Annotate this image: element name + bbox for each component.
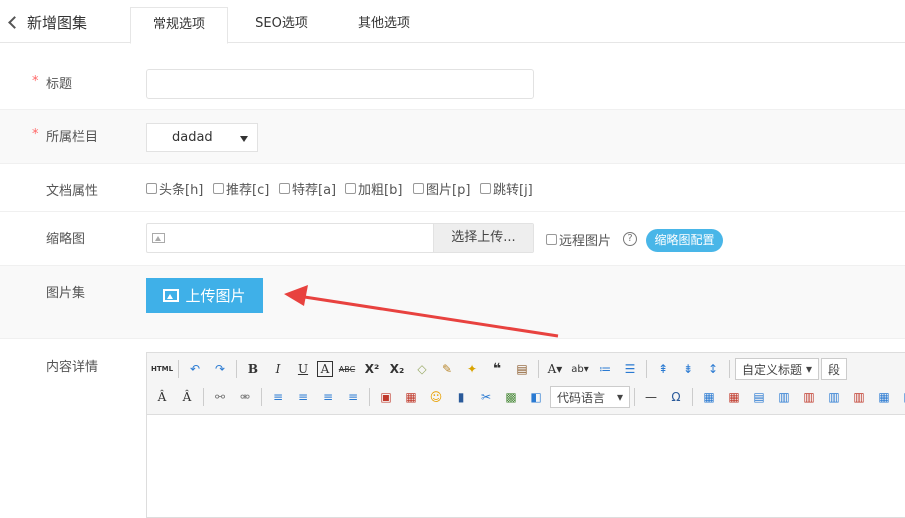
ordered-list-icon[interactable]: ≔ <box>594 359 616 379</box>
multi-image-icon[interactable]: ▦ <box>400 387 422 407</box>
insert-image-icon[interactable]: ▣ <box>375 387 397 407</box>
code-language-select[interactable]: 代码语言 ▾ <box>550 386 630 408</box>
text-direction-rtl-icon[interactable]: Â <box>176 387 198 407</box>
eraser-icon[interactable]: ◇ <box>411 359 433 379</box>
content-label: 内容详情 <box>46 360 99 375</box>
font-color-icon[interactable]: A▾ <box>544 359 566 379</box>
text-direction-ltr-icon[interactable]: Â <box>151 387 173 407</box>
editor-toolbar: HTML ↶ ↷ B I U A ABC X² X₂ ◇ ✎ ✦ ❝ ▤ A▾ … <box>147 353 905 415</box>
paragraph-select[interactable]: 段 <box>821 358 848 380</box>
custom-heading-select[interactable]: 自定义标题 ▾ <box>735 358 820 380</box>
code-icon[interactable]: ◧ <box>525 387 547 407</box>
auto-format-icon[interactable]: ✦ <box>461 359 483 379</box>
emoji-icon[interactable]: ☺ <box>425 387 447 407</box>
align-right-icon[interactable]: ≡ <box>317 387 339 407</box>
merge-cells-icon[interactable]: ▦ <box>873 387 895 407</box>
chevron-down-icon: ▾ <box>616 390 623 404</box>
paragraph-spacing-bottom-icon[interactable]: ⇟ <box>677 359 699 379</box>
underline-icon[interactable]: U <box>292 359 314 379</box>
strikethrough-icon[interactable]: ABC <box>336 359 358 379</box>
undo-icon[interactable]: ↶ <box>184 359 206 379</box>
redo-icon[interactable]: ↷ <box>209 359 231 379</box>
unordered-list-icon[interactable]: ☰ <box>619 359 641 379</box>
line-height-icon[interactable]: ↕ <box>702 359 724 379</box>
italic-icon[interactable]: I <box>267 359 289 379</box>
unlink-icon[interactable]: ⚮ <box>234 387 256 407</box>
attachment-icon[interactable]: ✂ <box>475 387 497 407</box>
blockquote-icon[interactable]: ❝ <box>486 359 508 379</box>
insert-column-icon[interactable]: ▥ <box>823 387 845 407</box>
toolbar-row-2: Â Â ⚯ ⚮ ≡ ≡ ≡ ≡ ▣ ▦ ☺ ▮ ✂ ▩ ◧ 代码语言 ▾ — Ω … <box>151 384 905 410</box>
delete-row-icon[interactable]: ▥ <box>798 387 820 407</box>
highlight-icon[interactable]: ab▾ <box>569 359 591 379</box>
arrow-line <box>297 294 559 338</box>
link-icon[interactable]: ⚯ <box>209 387 231 407</box>
bold-icon[interactable]: B <box>242 359 264 379</box>
align-left-icon[interactable]: ≡ <box>267 387 289 407</box>
align-justify-icon[interactable]: ≡ <box>342 387 364 407</box>
delete-table-icon[interactable]: ▦ <box>723 387 745 407</box>
subscript-icon[interactable]: X₂ <box>386 359 408 379</box>
superscript-icon[interactable]: X² <box>361 359 383 379</box>
arrow-head <box>284 285 308 306</box>
horizontal-rule-icon[interactable]: — <box>640 387 662 407</box>
paste-plain-icon[interactable]: ▤ <box>511 359 533 379</box>
special-chars-icon[interactable]: Ω <box>665 387 687 407</box>
align-center-icon[interactable]: ≡ <box>292 387 314 407</box>
html-source-icon[interactable]: HTML <box>151 359 173 379</box>
map-icon[interactable]: ▩ <box>500 387 522 407</box>
toolbar-row-1: HTML ↶ ↷ B I U A ABC X² X₂ ◇ ✎ ✦ ❝ ▤ A▾ … <box>151 356 849 382</box>
split-cells-icon[interactable]: ▦ <box>898 387 905 407</box>
insert-caption-icon[interactable]: ▤ <box>748 387 770 407</box>
video-icon[interactable]: ▮ <box>450 387 472 407</box>
delete-column-icon[interactable]: ▥ <box>848 387 870 407</box>
chevron-down-icon: ▾ <box>806 362 813 376</box>
insert-table-icon[interactable]: ▦ <box>698 387 720 407</box>
format-painter-icon[interactable]: ✎ <box>436 359 458 379</box>
paragraph-spacing-top-icon[interactable]: ⇞ <box>652 359 674 379</box>
insert-row-icon[interactable]: ▥ <box>773 387 795 407</box>
rich-text-editor[interactable]: HTML ↶ ↷ B I U A ABC X² X₂ ◇ ✎ ✦ ❝ ▤ A▾ … <box>146 352 905 518</box>
border-text-icon[interactable]: A <box>317 361 333 377</box>
